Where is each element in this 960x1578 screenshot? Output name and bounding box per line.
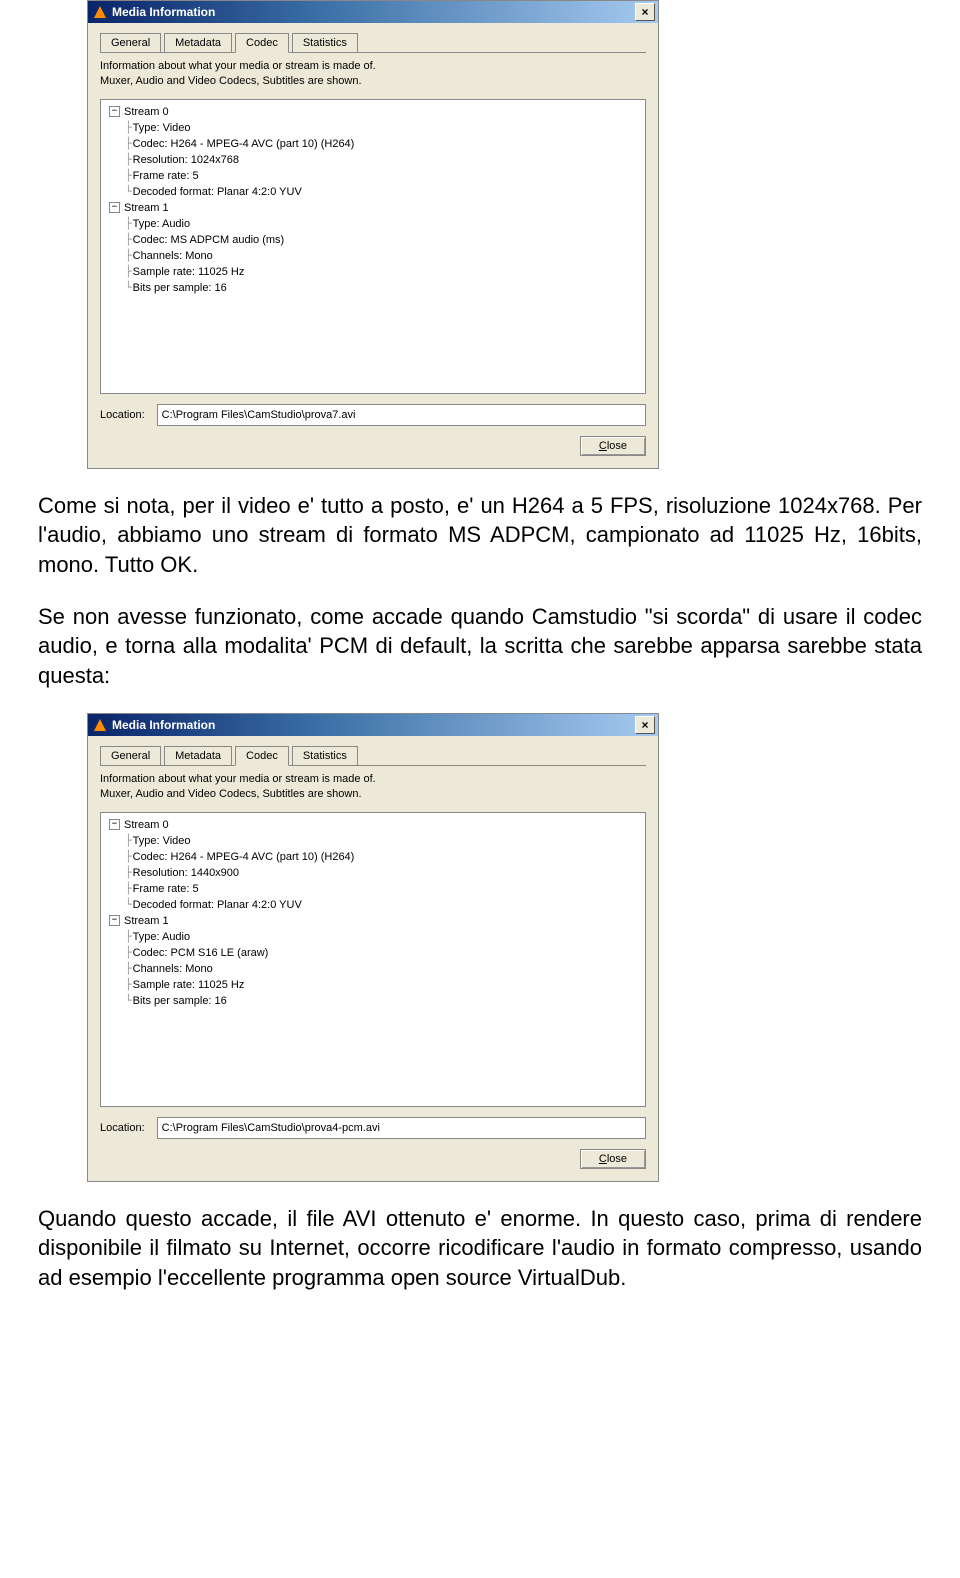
tree-leaf: └Decoded format: Planar 4:2:0 YUV [125,184,643,200]
tab-metadata[interactable]: Metadata [164,33,232,52]
tree-leaf: ├Codec: H264 - MPEG-4 AVC (part 10) (H26… [125,849,643,865]
body-paragraph-3: Quando questo accade, il file AVI ottenu… [38,1204,922,1293]
collapse-icon[interactable]: − [109,915,120,926]
window-title: Media Information [112,5,215,19]
tree-node-stream1[interactable]: −Stream 1 [109,200,643,216]
body-paragraph-1: Come si nota, per il video e' tutto a po… [38,491,922,580]
tree-label: Stream 0 [124,106,169,118]
tree-leaf: ├Type: Video [125,833,643,849]
body-paragraph-2: Se non avesse funzionato, come accade qu… [38,602,922,691]
tab-statistics[interactable]: Statistics [292,746,358,765]
collapse-icon[interactable]: − [109,106,120,117]
tree-leaf: ├Frame rate: 5 [125,168,643,184]
tree-leaf: ├Channels: Mono [125,961,643,977]
tree-leaf: └Bits per sample: 16 [125,280,643,296]
tree-leaf: └Decoded format: Planar 4:2:0 YUV [125,897,643,913]
media-info-dialog-1: Media Information × General Metadata Cod… [87,0,659,469]
info-text: Information about what your media or str… [100,59,646,89]
tab-statistics[interactable]: Statistics [292,33,358,52]
codec-tree[interactable]: −Stream 0 ├Type: Video ├Codec: H264 - MP… [100,99,646,394]
location-label: Location: [100,1122,145,1134]
location-row: Location: [100,1117,646,1139]
info-line1: Information about what your media or str… [100,60,376,72]
close-underline: C [599,1153,607,1165]
tree-leaf: ├Type: Audio [125,216,643,232]
tab-general[interactable]: General [100,33,161,52]
close-rest: lose [607,1153,627,1165]
close-button[interactable]: Close [580,1149,646,1169]
collapse-icon[interactable]: − [109,202,120,213]
tree-node-stream0[interactable]: −Stream 0 [109,817,643,833]
location-label: Location: [100,409,145,421]
tree-leaf: ├Codec: H264 - MPEG-4 AVC (part 10) (H26… [125,136,643,152]
close-icon[interactable]: × [635,3,655,21]
tab-general[interactable]: General [100,746,161,765]
location-input[interactable] [157,1117,646,1139]
location-row: Location: [100,404,646,426]
tree-node-stream1[interactable]: −Stream 1 [109,913,643,929]
close-rest: lose [607,440,627,452]
collapse-icon[interactable]: − [109,819,120,830]
tree-leaf: ├Sample rate: 11025 Hz [125,264,643,280]
info-text: Information about what your media or str… [100,772,646,802]
tree-leaf: ├Type: Video [125,120,643,136]
tree-leaf: ├Frame rate: 5 [125,881,643,897]
media-info-dialog-2: Media Information × General Metadata Cod… [87,713,659,1182]
info-line2: Muxer, Audio and Video Codecs, Subtitles… [100,75,362,87]
tree-node-stream0[interactable]: −Stream 0 [109,104,643,120]
titlebar[interactable]: Media Information × [88,1,658,23]
close-button[interactable]: Close [580,436,646,456]
tab-strip: General Metadata Codec Statistics [100,33,646,53]
tree-leaf: └Bits per sample: 16 [125,993,643,1009]
location-input[interactable] [157,404,646,426]
tree-leaf: ├Sample rate: 11025 Hz [125,977,643,993]
titlebar[interactable]: Media Information × [88,714,658,736]
window-title: Media Information [112,718,215,732]
tree-leaf: ├Codec: PCM S16 LE (araw) [125,945,643,961]
tab-strip: General Metadata Codec Statistics [100,746,646,766]
tree-label: Stream 1 [124,915,169,927]
info-line1: Information about what your media or str… [100,773,376,785]
vlc-cone-icon [93,718,107,732]
tree-leaf: ├Type: Audio [125,929,643,945]
tree-label: Stream 0 [124,819,169,831]
tree-label: Stream 1 [124,202,169,214]
tree-leaf: ├Resolution: 1024x768 [125,152,643,168]
tree-leaf: ├Resolution: 1440x900 [125,865,643,881]
close-icon[interactable]: × [635,716,655,734]
tab-metadata[interactable]: Metadata [164,746,232,765]
codec-tree[interactable]: −Stream 0 ├Type: Video ├Codec: H264 - MP… [100,812,646,1107]
info-line2: Muxer, Audio and Video Codecs, Subtitles… [100,788,362,800]
close-underline: C [599,440,607,452]
vlc-cone-icon [93,5,107,19]
tree-leaf: ├Channels: Mono [125,248,643,264]
tab-codec[interactable]: Codec [235,33,289,53]
tab-codec[interactable]: Codec [235,746,289,766]
tree-leaf: ├Codec: MS ADPCM audio (ms) [125,232,643,248]
